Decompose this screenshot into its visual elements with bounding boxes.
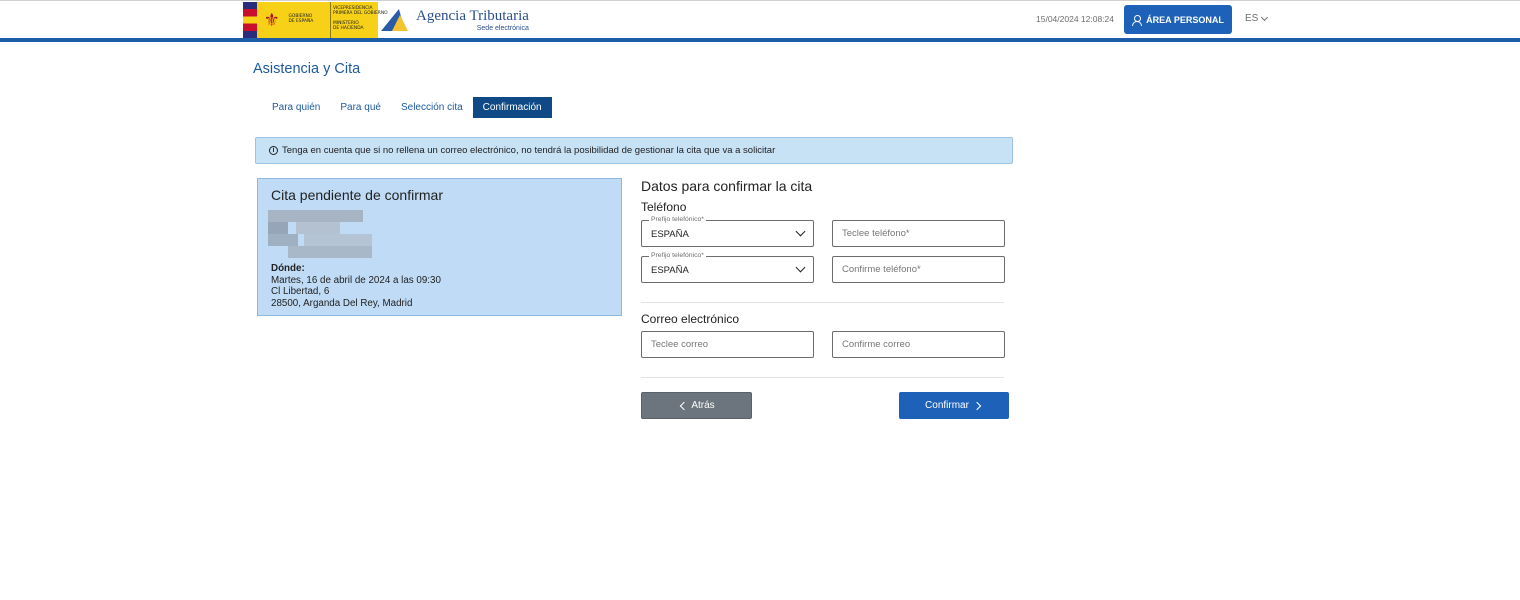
- chevron-right-icon: [972, 401, 982, 410]
- personal-area-button[interactable]: ÁREA PERSONAL: [1124, 5, 1232, 34]
- confirm-label: Confirmar: [925, 400, 969, 411]
- tab-para-quien[interactable]: Para quién: [262, 97, 330, 118]
- email-input[interactable]: [641, 331, 814, 358]
- tab-para-que[interactable]: Para qué: [330, 97, 391, 118]
- coat-of-arms-icon: ⚜: [263, 9, 280, 30]
- phone-prefix-confirm-select[interactable]: Prefijo telefónico* ESPAÑA: [641, 252, 814, 283]
- chevron-down-icon: [1261, 13, 1269, 21]
- form-title: Datos para confirmar la cita: [641, 178, 813, 194]
- appointment-address-line1: Cl Libertad, 6: [271, 286, 330, 297]
- phone-confirm-input[interactable]: [832, 256, 1005, 283]
- appointment-address-line2: 28500, Arganda Del Rey, Madrid: [271, 297, 413, 309]
- personal-area-label: ÁREA PERSONAL: [1146, 14, 1224, 25]
- email-confirm-input[interactable]: [832, 331, 1005, 358]
- card-title: Cita pendiente de confirmar: [271, 187, 443, 203]
- info-alert: i Tenga en cuenta que si no rellena un c…: [255, 137, 1013, 164]
- ministry-logo-text: VICEPRESIDENCIA PRIMERA DEL GOBIERNO MIN…: [330, 2, 388, 38]
- divider: [641, 377, 1004, 378]
- chevron-down-icon: [795, 226, 806, 237]
- user-icon: [1132, 14, 1143, 26]
- redacted-personal-data: [268, 210, 373, 258]
- phone-section-label: Teléfono: [641, 200, 687, 214]
- phone-prefix-value: ESPAÑA: [651, 229, 689, 240]
- site-header: ⚜ GOBIERNO DE ESPAÑA VICEPRESIDENCIA PRI…: [0, 0, 1520, 38]
- page-title: Asistencia y Cita: [253, 61, 361, 77]
- tab-seleccion-cita[interactable]: Selección cita: [391, 97, 473, 118]
- back-label: Atrás: [691, 400, 715, 411]
- spain-flag-icon: [243, 2, 257, 38]
- aeat-name: Agencia Tributaria: [416, 7, 529, 24]
- header-accent-bar: [0, 38, 1520, 42]
- phone-input[interactable]: [832, 220, 1005, 247]
- agencia-tributaria-logo[interactable]: Agencia Tributaria Sede electrónica: [381, 5, 529, 35]
- info-icon: i: [269, 146, 278, 155]
- phone-prefix-confirm-label: Prefijo telefónico*: [649, 252, 706, 260]
- appointment-date: Martes, 16 de abril de 2024 a las 09:30: [271, 274, 441, 286]
- header-datetime: 15/04/2024 12:08:24: [1036, 14, 1114, 24]
- where-label: Dónde:: [271, 263, 305, 274]
- aeat-mark-icon: [381, 7, 412, 33]
- tab-confirmacion[interactable]: Confirmación: [472, 97, 552, 118]
- back-button[interactable]: Atrás: [641, 392, 752, 419]
- language-label: ES: [1245, 13, 1259, 24]
- email-section-label: Correo electrónico: [641, 312, 740, 326]
- aeat-subtitle: Sede electrónica: [476, 24, 529, 32]
- chevron-left-icon: [680, 401, 689, 410]
- language-selector[interactable]: ES: [1245, 13, 1269, 24]
- phone-prefix-confirm-value: ESPAÑA: [651, 265, 689, 276]
- appointment-details: Dónde: Martes, 16 de abril de 2024 a las…: [271, 263, 441, 309]
- confirm-button[interactable]: Confirmar: [899, 392, 1009, 419]
- appointment-summary-card: Cita pendiente de confirmar Dónde: Marte…: [257, 178, 622, 316]
- phone-prefix-select[interactable]: Prefijo telefónico* ESPAÑA: [641, 216, 814, 247]
- info-text: Tenga en cuenta que si no rellena un cor…: [282, 145, 776, 156]
- divider: [641, 302, 1004, 303]
- gov-logo-text: GOBIERNO DE ESPAÑA: [288, 14, 314, 24]
- phone-prefix-label: Prefijo telefónico*: [649, 216, 706, 224]
- chevron-down-icon: [795, 262, 806, 273]
- step-tabs: Para quién Para qué Selección cita Confi…: [262, 97, 552, 118]
- gobierno-espana-logo[interactable]: ⚜ GOBIERNO DE ESPAÑA VICEPRESIDENCIA PRI…: [243, 2, 388, 38]
